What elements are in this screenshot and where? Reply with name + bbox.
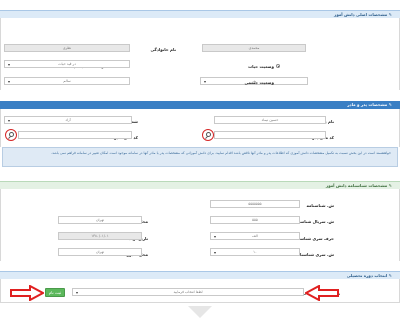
chevron-down-icon: ▾ [8,79,11,84]
birthdate-field[interactable]: ۱۳۸۰/۰۱/۰۱ [58,232,142,240]
section-title: مشخصات شناسنامه دانش آموز [325,183,388,188]
section-id-card-header: ✎ مشخصات شناسنامه دانش آموز [0,181,400,189]
section-term-header: ✎ انتخاب دوره تحصیلی [0,271,400,279]
id-number-field[interactable]: ۵۵۵۵۵۵۵ [210,200,300,208]
series-value: الف [252,234,258,238]
section-title: انتخاب دوره تحصیلی [346,273,388,278]
name-field[interactable]: محمدی [202,44,306,52]
pencil-icon: ✎ [387,102,392,107]
father-id-field[interactable] [214,131,326,139]
father-job-value: آزاد [65,118,71,122]
life-status-label: وضعیت حیات [248,64,274,69]
chevron-down-icon: ▾ [214,234,217,239]
chevron-down-icon: ▾ [76,290,79,295]
chevron-down-icon: ▾ [214,250,217,255]
term-placeholder: لطفا انتخاب فرمایید [173,290,203,294]
pencil-icon: ✎ [387,183,392,188]
section-title: مشخصات اصلی دانش آموز [334,12,388,17]
search-icon [9,132,14,137]
annotation-arrow-left [305,285,339,301]
mother-id-field[interactable] [18,131,132,139]
chevron-down-icon: ▾ [8,118,11,123]
mother-id-search-button[interactable] [5,129,17,141]
parents-info-message: خواهشمند است در این بخش نسبت به تکمیل مش… [2,147,398,167]
search-icon [206,132,211,137]
father-name-field[interactable]: حسین نیماد [214,116,326,124]
section-main-info-header: ✎ مشخصات اصلی دانش آموز [0,10,400,18]
last-name-label: نام خانوادگی [150,47,176,52]
life-status-select[interactable]: در قید حیات ▾ [4,60,130,68]
pencil-icon: ✎ [387,273,392,278]
father-job-select[interactable]: آزاد ▾ [4,116,132,124]
serial-field[interactable]: ۵۵۵ [210,216,300,224]
series-select[interactable]: الف ▾ [210,232,300,240]
section-parents-body [0,109,400,147]
gender-male-radio[interactable] [276,64,280,68]
chevron-down-icon: ▾ [8,62,11,67]
section-title: مشخصات پدر و مادر [347,102,388,107]
series-number-label: ش. سری شناسنامه [295,252,334,257]
section-parents-header: ✎ مشخصات پدر و مادر [0,101,400,109]
series-number-value: ۱۰ [253,250,257,254]
pencil-icon: ✎ [387,12,392,17]
series-number-select[interactable]: ۱۰ ▾ [210,248,300,256]
term-select[interactable]: لطفا انتخاب فرمایید ▾ [72,288,304,296]
annotation-arrow-right [10,285,44,301]
physical-value: سالم [63,79,71,83]
physical-label: وضعیت جسمی [244,80,274,85]
id-number-label: ش. شناسنامه [306,203,334,208]
life-status-value: در قید حیات [58,62,76,66]
physical-select[interactable]: سالم ▾ [4,77,130,85]
chevron-down-icon: ▾ [204,79,207,84]
last-name-field[interactable]: نظری [4,44,130,52]
scroll-down-icon [188,306,212,318]
father-id-search-button[interactable] [202,129,214,141]
register-button[interactable]: ثبت نام [45,288,65,297]
issue-place-field[interactable]: تهران [58,248,142,256]
birthplace-field[interactable]: تهران [58,216,142,224]
